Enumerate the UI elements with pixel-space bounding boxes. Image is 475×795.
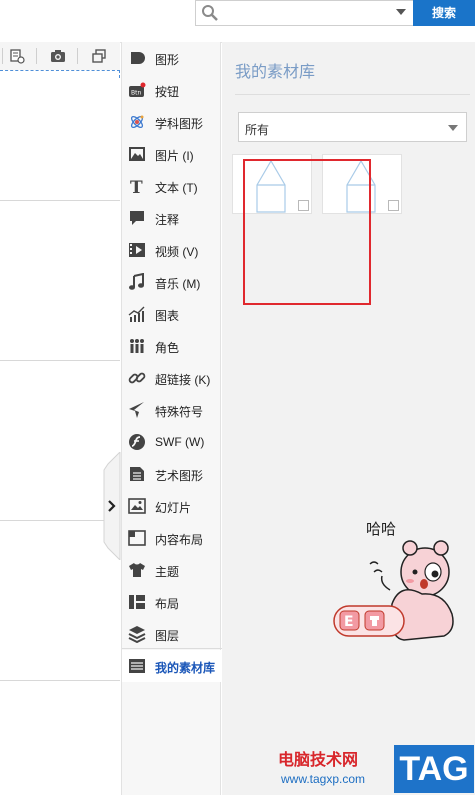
- flash-icon: [129, 434, 145, 450]
- search-dropdown-icon[interactable]: [396, 9, 406, 15]
- sidebar-item-special-symbol[interactable]: 特殊符号: [122, 394, 222, 426]
- tool-sidebar: 图形 Btn 按钮 学科图形 图片 (I) T 文本 (T) 注释 视频 (V)…: [121, 42, 222, 795]
- text-icon: T: [130, 178, 143, 195]
- panel-title: 我的素材库: [235, 64, 316, 81]
- sidebar-item-label: 图形: [155, 53, 180, 67]
- mascot-text: 哈哈: [366, 520, 396, 538]
- sidebar-item-character[interactable]: 角色: [122, 330, 222, 362]
- sidebar-item-label: 内容布局: [155, 533, 204, 547]
- canvas-selection-frame: [0, 70, 120, 78]
- chevron-right-icon: [103, 452, 121, 560]
- sidebar-item-layers[interactable]: 图层: [122, 618, 222, 650]
- sidebar-item-image[interactable]: 图片 (I): [122, 138, 222, 170]
- button-icon: Btn: [129, 82, 146, 97]
- sidebar-item-label: 图表: [155, 309, 180, 323]
- video-icon: [129, 243, 145, 257]
- library-icon: [129, 659, 145, 673]
- music-icon: [129, 273, 144, 290]
- sidebar-item-chart[interactable]: 图表: [122, 298, 222, 330]
- top-bar: 搜索: [0, 0, 475, 43]
- art-icon: [130, 467, 144, 481]
- sidebar-item-comment[interactable]: 注释: [122, 202, 222, 234]
- chevron-down-icon: [448, 125, 458, 131]
- svg-text:T: T: [130, 178, 143, 195]
- sidebar-item-music[interactable]: 音乐 (M): [122, 266, 222, 298]
- tag-logo: TAG: [394, 745, 474, 793]
- sidebar-item-hyperlink[interactable]: 超链接 (K): [122, 362, 222, 394]
- sidebar-item-label: 角色: [155, 341, 180, 355]
- sidebar-item-label: 文本 (T): [155, 181, 198, 195]
- toolbar-divider: [2, 48, 3, 64]
- airplane-icon: [129, 402, 144, 418]
- chart-icon: [128, 306, 145, 322]
- canvas-divider: [0, 360, 120, 361]
- canvas-divider: [0, 680, 120, 681]
- sidebar-item-theme[interactable]: 主题: [122, 554, 222, 586]
- material-library-panel: 我的素材库 所有: [222, 42, 475, 795]
- sidebar-item-label: 布局: [155, 597, 180, 611]
- sidebar-item-art-shape[interactable]: 艺术图形: [122, 458, 222, 490]
- search-box[interactable]: [195, 0, 415, 26]
- sidebar-item-label: SWF (W): [155, 435, 205, 449]
- category-filter-select[interactable]: 所有: [238, 112, 467, 142]
- bear-mascot-illustration: 哈哈 E: [333, 520, 454, 641]
- canvas-toolbar: [0, 42, 120, 71]
- sidebar-item-label: 幻灯片: [155, 501, 192, 515]
- sidebar-item-label: 视频 (V): [155, 245, 199, 259]
- sidebar-item-label: 艺术图形: [155, 469, 204, 483]
- sidebar-item-button[interactable]: Btn 按钮: [122, 74, 222, 106]
- search-input[interactable]: [224, 4, 388, 24]
- annotation-highlight-box: [243, 159, 371, 305]
- image-icon: [129, 147, 145, 161]
- sidebar-item-video[interactable]: 视频 (V): [122, 234, 222, 266]
- sidebar-item-label: 我的素材库: [155, 661, 216, 675]
- toolbar-divider: [36, 48, 37, 64]
- sidebar-item-label: 图片 (I): [155, 149, 194, 163]
- search-button[interactable]: 搜索: [413, 0, 475, 26]
- grid-layout-icon: [129, 595, 145, 609]
- atom-icon: [130, 115, 144, 129]
- search-icon: [202, 5, 218, 21]
- people-icon: [130, 339, 144, 353]
- sidebar-item-shape[interactable]: 图形: [122, 42, 222, 74]
- sidebar-item-text[interactable]: T 文本 (T): [122, 170, 222, 202]
- sidebar-item-label: 图层: [155, 629, 180, 643]
- sidebar-item-swf[interactable]: SWF (W): [122, 426, 222, 458]
- thumbnail-checkbox[interactable]: [388, 200, 399, 211]
- sidebar-divider: [122, 648, 222, 649]
- shirt-icon: [129, 563, 145, 577]
- toolbar-divider: [77, 48, 78, 64]
- layers-icon: [128, 626, 146, 643]
- page-settings-icon[interactable]: [9, 48, 25, 64]
- camera-icon[interactable]: [50, 48, 66, 64]
- slide-icon: [128, 498, 146, 514]
- panel-divider: [235, 94, 470, 95]
- sidebar-item-label: 按钮: [155, 85, 180, 99]
- slide-canvas[interactable]: [0, 70, 120, 795]
- link-icon: [128, 372, 146, 384]
- watermark-text: 电脑技术网: [278, 752, 359, 769]
- sidebar-item-label: 音乐 (M): [155, 277, 201, 291]
- canvas-divider: [0, 200, 120, 201]
- comment-icon: [130, 211, 144, 225]
- layout-icon: [128, 530, 146, 546]
- sidebar-item-my-library[interactable]: 我的素材库: [122, 650, 222, 682]
- mascot-sign-letter: E: [344, 614, 354, 630]
- sidebar-item-label: 超链接 (K): [155, 373, 211, 387]
- sidebar-item-subject-shapes[interactable]: 学科图形: [122, 106, 222, 138]
- collapse-panel-tab[interactable]: [102, 452, 122, 560]
- sidebar-item-label: 特殊符号: [155, 405, 204, 419]
- watermark-url: www.tagxp.com: [281, 772, 366, 786]
- sidebar-item-label: 学科图形: [155, 117, 204, 131]
- sidebar-item-content-layout[interactable]: 内容布局: [122, 522, 222, 554]
- window-icon[interactable]: [91, 48, 107, 64]
- sidebar-item-layout[interactable]: 布局: [122, 586, 222, 618]
- sidebar-item-slideshow[interactable]: 幻灯片: [122, 490, 222, 522]
- shape-icon: [131, 52, 145, 64]
- filter-value: 所有: [245, 123, 270, 137]
- sidebar-item-label: 主题: [155, 565, 180, 579]
- svg-text:Btn: Btn: [131, 90, 141, 97]
- sidebar-item-label: 注释: [155, 213, 180, 227]
